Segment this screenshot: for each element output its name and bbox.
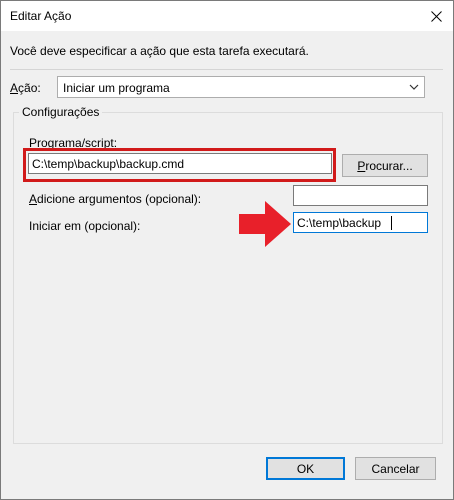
title-bar: Editar Ação — [1, 1, 453, 31]
action-dropdown[interactable]: Iniciar um programa — [57, 76, 425, 98]
arguments-label: Adicione argumentos (opcional): — [29, 192, 202, 206]
edit-action-dialog: Editar Ação Você deve especificar a ação… — [0, 0, 454, 500]
cancel-button[interactable]: Cancelar — [355, 457, 436, 480]
instruction-text: Você deve especificar a ação que esta ta… — [10, 44, 309, 58]
chevron-down-icon — [409, 84, 419, 90]
close-icon — [430, 10, 442, 22]
start-in-label: Iniciar em (opcional): — [29, 219, 141, 233]
ok-button-label: OK — [296, 461, 315, 476]
arguments-input[interactable] — [293, 185, 428, 206]
highlight-box — [23, 148, 336, 182]
action-label: Ação: — [10, 81, 41, 95]
settings-group-label: Configurações — [19, 105, 103, 119]
browse-button[interactable]: Procurar... — [342, 154, 428, 177]
dialog-title: Editar Ação — [10, 9, 72, 23]
start-in-input[interactable]: C:\temp\backup — [293, 212, 428, 233]
divider — [10, 69, 443, 70]
close-button[interactable] — [419, 1, 453, 31]
action-selected-value: Iniciar um programa — [63, 81, 170, 95]
red-arrow-icon — [239, 201, 291, 247]
cancel-button-label: Cancelar — [371, 461, 420, 476]
text-caret — [391, 216, 392, 230]
start-in-value: C:\temp\backup — [297, 216, 382, 230]
ok-button[interactable]: OK — [266, 457, 345, 480]
browse-button-label: Procurar... — [357, 158, 413, 173]
